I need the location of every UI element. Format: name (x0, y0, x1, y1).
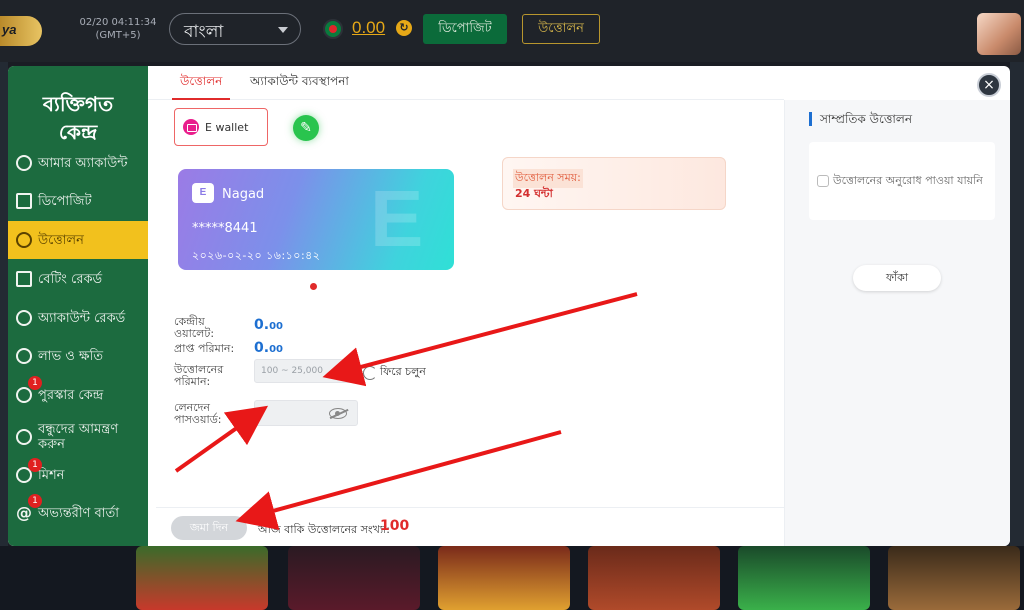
clipboard-icon (16, 271, 32, 287)
clock: 02/20 04:11:34 (GMT+5) (78, 16, 158, 42)
sidebar-item-internal-message[interactable]: 1 @ অভ্যন্তরীণ বার্তা (8, 494, 148, 532)
refresh-icon[interactable]: ↻ (396, 20, 412, 36)
notification-badge: 1 (28, 376, 42, 390)
ewallet-method-button[interactable]: E wallet (174, 108, 268, 146)
card-number: *****8441 (192, 221, 258, 236)
return-button[interactable]: ফিরে চলুন (363, 363, 426, 382)
sidebar-item-reward-center[interactable]: 1 পুরস্কার কেন্দ্র (8, 376, 148, 414)
tab-account-management[interactable]: অ্যাকাউন্ট ব্যবস্থাপনা (250, 66, 349, 100)
sidebar-item-deposit[interactable]: ডিপোজিট (8, 182, 148, 220)
ewallet-card-icon: E (192, 183, 214, 203)
clock-timezone: (GMT+5) (95, 30, 141, 41)
notification-badge: 1 (28, 494, 42, 508)
account-icon (16, 155, 32, 171)
sidebar-item-profit-loss[interactable]: লাভ ও ক্ষতি (8, 337, 148, 375)
card-watermark: E (370, 174, 424, 263)
withdraw-button[interactable]: উত্তোলন (522, 14, 600, 44)
at-sign-icon: @ (16, 503, 32, 522)
tab-withdraw[interactable]: উত্তোলন (171, 66, 231, 100)
remaining-withdrawals-label: আজ বাকি উত্তোলনের সংখ্যা: (258, 523, 390, 536)
bangladesh-flag-icon (323, 19, 343, 39)
sidebar: ব্যক্তিগত কেন্দ্র আমার অ্যাকাউন্ট ডিপোজি… (8, 66, 148, 546)
sidebar-item-betting-record[interactable]: বেটিং রেকর্ড (8, 260, 148, 298)
empty-box-icon (817, 175, 829, 187)
empty-state: উত্তোলনের অনুরোধ পাওয়া যায়নি (809, 142, 995, 220)
withdraw-amount-input[interactable]: 100 ~ 25,000 (254, 359, 358, 383)
deposit-icon (16, 193, 32, 209)
close-icon[interactable]: × (977, 73, 1001, 97)
divider (156, 507, 784, 508)
language-select[interactable]: বাংলা (169, 13, 301, 45)
language-value: বাংলা (184, 22, 224, 42)
avatar[interactable] (977, 13, 1021, 55)
site-logo[interactable]: ya (0, 16, 42, 46)
withdraw-icon (16, 232, 32, 248)
empty-button[interactable]: ফাঁকা (853, 265, 941, 291)
game-tile[interactable] (438, 546, 570, 610)
transaction-password-label: লেনদেন পাসওয়ার্ড: (174, 401, 222, 426)
game-tile[interactable] (738, 546, 870, 610)
transaction-password-input[interactable] (254, 400, 358, 426)
background-right (1010, 62, 1024, 546)
deposit-button[interactable]: ডিপোজিট (423, 14, 507, 44)
sidebar-item-invite-friends[interactable]: বন্ধুদের আমন্ত্রণ করুন (8, 416, 148, 458)
game-tile[interactable] (588, 546, 720, 610)
balance-value[interactable]: 0.00 (352, 18, 385, 38)
game-strip (0, 546, 1024, 610)
received-amount-label: প্রাপ্ত পরিমান: (174, 342, 235, 355)
personal-center-modal: ব্যক্তিগত কেন্দ্র আমার অ্যাকাউন্ট ডিপোজি… (8, 66, 1010, 546)
game-tile[interactable] (888, 546, 1020, 610)
edit-icon[interactable]: ✎ (293, 115, 319, 141)
central-wallet-label: কেন্দ্রীয় ওয়ালেট: (174, 315, 215, 340)
recent-withdrawals-title: সাম্প্রতিক উত্তোলন (809, 112, 912, 126)
wallet-icon (183, 119, 199, 135)
withdraw-time-box: উত্তোলন সময়: 24 ঘন্টা (502, 157, 726, 210)
sidebar-item-mission[interactable]: 1 মিশন (8, 456, 148, 494)
central-wallet-value: 0.00 (254, 317, 283, 333)
eye-hidden-icon[interactable] (329, 408, 347, 419)
withdraw-amount-label: উত্তোলনের পরিমান: (174, 363, 224, 388)
invite-icon (16, 429, 32, 445)
submit-button[interactable]: জমা দিন (171, 516, 247, 540)
notification-badge: 1 (28, 458, 42, 472)
list-icon (16, 310, 32, 326)
gift-icon (16, 387, 32, 403)
received-amount-value: 0.00 (254, 340, 283, 356)
chevron-down-icon (278, 27, 288, 33)
game-tile[interactable] (136, 546, 268, 610)
wallet-card[interactable]: E E Nagad *****8441 ২০২৬-০২-২০ ১৬:১০:৪২ (178, 169, 454, 270)
sidebar-item-withdraw[interactable]: উত্তোলন (8, 221, 148, 259)
recent-withdrawals-panel: সাম্প্রতিক উত্তোলন উত্তোলনের অনুরোধ পাওয… (784, 100, 1010, 546)
background-left (0, 62, 8, 546)
refresh-icon (363, 365, 377, 380)
card-provider-name: Nagad (222, 187, 265, 202)
card-date: ২০২৬-০২-২০ ১৬:১০:৪২ (192, 249, 321, 262)
tab-bar: উত্তোলন অ্যাকাউন্ট ব্যবস্থাপনা (148, 66, 784, 100)
game-tile[interactable] (288, 546, 420, 610)
sidebar-title: ব্যক্তিগত কেন্দ্র (42, 92, 114, 144)
remaining-withdrawals-value: 100 (380, 518, 410, 534)
balance-display: 0.00 ↻ (318, 13, 414, 45)
chart-icon (16, 348, 32, 364)
top-bar: ya 02/20 04:11:34 (GMT+5) বাংলা 0.00 ↻ ড… (0, 0, 1024, 62)
carousel-dot[interactable] (310, 283, 317, 290)
clock-time: 02/20 04:11:34 (79, 17, 157, 28)
withdraw-time-value: 24 ঘন্টা (515, 187, 553, 200)
sidebar-item-my-account[interactable]: আমার অ্যাকাউন্ট (8, 144, 148, 182)
sidebar-item-account-record[interactable]: অ্যাকাউন্ট রেকর্ড (8, 299, 148, 337)
